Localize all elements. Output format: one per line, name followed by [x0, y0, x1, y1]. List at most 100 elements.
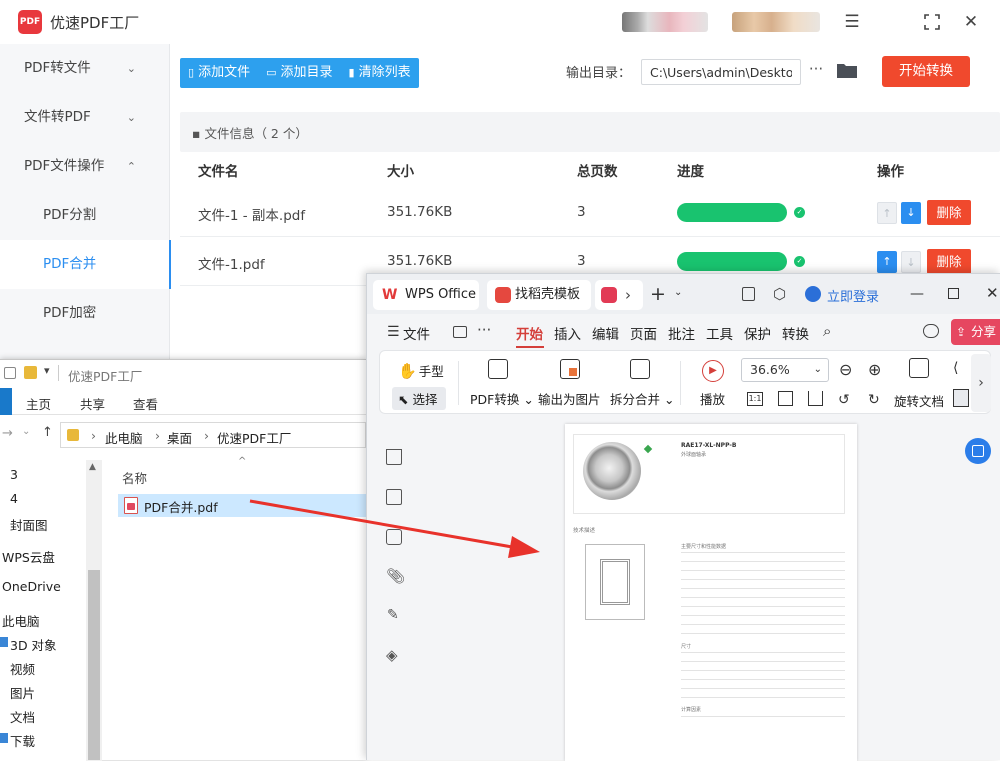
- thumbnail-icon[interactable]: [386, 489, 402, 505]
- sidebar-item-pdf-operations[interactable]: PDF文件操作 ⌃: [0, 142, 170, 191]
- login-link[interactable]: 立即登录: [827, 286, 879, 305]
- move-down-button[interactable]: ↓: [901, 251, 921, 273]
- file-tab[interactable]: [0, 388, 12, 415]
- column-header-name[interactable]: 名称: [122, 468, 147, 487]
- zoom-in-icon[interactable]: ⊕: [868, 360, 881, 379]
- tab-wps-office[interactable]: W WPS Office: [373, 280, 479, 310]
- more-options-button[interactable]: ···: [806, 60, 826, 78]
- delete-button[interactable]: 删除: [927, 249, 971, 274]
- breadcrumb-this-pc[interactable]: 此电脑: [105, 428, 143, 447]
- comment-icon[interactable]: [386, 529, 402, 545]
- nav-item-downloads[interactable]: 下载: [0, 731, 35, 750]
- up-arrow-icon[interactable]: ↑: [42, 425, 53, 440]
- menu-edit[interactable]: 编辑: [592, 323, 619, 343]
- delete-button[interactable]: 删除: [927, 200, 971, 225]
- sidebar-item-pdf-to-file[interactable]: PDF转文件 ⌄: [0, 44, 170, 93]
- clear-list-button[interactable]: ▮ 清除列表: [341, 58, 419, 88]
- floating-tool-button[interactable]: [965, 438, 991, 464]
- tab-current-pdf[interactable]: ›: [595, 280, 643, 310]
- nav-item-wps-cloud[interactable]: WPS云盘: [2, 547, 55, 566]
- chevron-down-icon[interactable]: ⌄: [22, 426, 30, 437]
- scrollbar-thumb[interactable]: [88, 570, 100, 760]
- hamburger-icon[interactable]: ☰: [387, 324, 400, 340]
- ribbon-tab-share[interactable]: 共享: [80, 394, 105, 413]
- new-tab-plus-icon[interactable]: +: [650, 283, 666, 305]
- scroll-up-icon[interactable]: ▲: [89, 462, 96, 472]
- sidebar-item-file-to-pdf[interactable]: 文件转PDF ⌄: [0, 93, 170, 142]
- ribbon-scroll-right[interactable]: ›: [971, 354, 991, 412]
- share-button[interactable]: ⇪ 分享: [951, 319, 1000, 345]
- chevron-right-icon[interactable]: ›: [625, 280, 631, 310]
- pdf-convert-button[interactable]: PDF转换 ⌄: [470, 389, 534, 408]
- navigation-scrollbar[interactable]: ▲: [86, 460, 102, 761]
- sidebar-item-pdf-merge[interactable]: PDF合并: [0, 240, 171, 289]
- pen-icon[interactable]: ✎: [387, 607, 399, 623]
- checkbox-icon[interactable]: [4, 367, 16, 379]
- more-icon[interactable]: ···: [477, 321, 491, 339]
- actual-size-icon[interactable]: 1:1: [747, 392, 763, 406]
- table-row[interactable]: 文件-1 - 副本.pdf 351.76KB 3 ✓ ↑ ↓ 删除: [180, 188, 1000, 237]
- menu-icon[interactable]: ☰: [840, 10, 864, 34]
- nav-item-documents[interactable]: 文档: [10, 707, 35, 726]
- ribbon-tab-view[interactable]: 查看: [133, 394, 158, 413]
- pdf-page-preview[interactable]: RAE17-XL-NPP-B 外球面轴承 技术描述 主要尺寸和性能数据 尺寸 计…: [565, 424, 857, 761]
- export-image-button[interactable]: 输出为图片: [538, 389, 601, 408]
- chevron-left-icon[interactable]: ⟨: [953, 360, 958, 376]
- chevron-down-icon[interactable]: ▾: [44, 364, 50, 377]
- tab-docer-templates[interactable]: 找稻壳模板: [487, 280, 591, 310]
- window-mode-icon[interactable]: [742, 287, 755, 301]
- nav-item[interactable]: 封面图: [10, 515, 48, 534]
- menu-page[interactable]: 页面: [630, 323, 657, 343]
- hand-tool-button[interactable]: ✋ 手型: [398, 361, 444, 380]
- search-icon[interactable]: ⌕: [823, 322, 831, 340]
- ribbon-tab-home[interactable]: 主页: [26, 394, 51, 413]
- sidebar-item-pdf-split[interactable]: PDF分割: [0, 191, 170, 240]
- maximize-icon[interactable]: [948, 288, 959, 299]
- chevron-down-icon[interactable]: ⌄: [674, 287, 682, 298]
- close-icon[interactable]: ✕: [986, 284, 999, 302]
- start-convert-button[interactable]: 开始转换: [882, 56, 970, 87]
- minimize-icon[interactable]: —: [910, 286, 924, 302]
- user-avatar-icon[interactable]: [805, 286, 821, 302]
- add-directory-button[interactable]: ▭ 添加目录: [258, 58, 340, 88]
- chat-icon[interactable]: [923, 324, 939, 338]
- move-down-button[interactable]: ↓: [901, 202, 921, 224]
- sidebar-item-pdf-encrypt[interactable]: PDF加密: [0, 289, 170, 338]
- output-dir-input[interactable]: [641, 59, 801, 85]
- address-box[interactable]: › 此电脑 › 桌面 › 优速PDF工厂: [60, 422, 366, 448]
- nav-item[interactable]: 4: [10, 491, 18, 506]
- nav-item-videos[interactable]: 视频: [10, 659, 35, 678]
- move-up-button[interactable]: ↑: [877, 251, 897, 273]
- close-icon[interactable]: ✕: [959, 10, 983, 34]
- menu-home[interactable]: 开始: [516, 323, 543, 343]
- fit-page-icon[interactable]: [778, 391, 793, 406]
- folder-icon[interactable]: [836, 62, 858, 79]
- fit-width-icon[interactable]: [808, 391, 823, 406]
- maximize-icon[interactable]: [920, 10, 944, 34]
- file-item-pdf-merge[interactable]: PDF合并.pdf: [118, 494, 366, 517]
- menu-comment[interactable]: 批注: [668, 323, 695, 343]
- nav-item-pictures[interactable]: 图片: [10, 683, 35, 702]
- back-arrow-icon[interactable]: →: [2, 426, 13, 441]
- select-tool-button[interactable]: ⬉ 选择: [392, 387, 446, 410]
- nav-item[interactable]: 3: [10, 467, 18, 482]
- bookmark-icon[interactable]: [386, 449, 402, 465]
- rotate-left-icon[interactable]: ↺: [838, 392, 850, 408]
- nav-item-3d-objects[interactable]: 3D 对象: [0, 635, 57, 654]
- move-up-button[interactable]: ↑: [877, 202, 897, 224]
- open-folder-icon[interactable]: [453, 326, 467, 338]
- breadcrumb-folder[interactable]: 优速PDF工厂: [217, 428, 291, 447]
- nav-item-onedrive[interactable]: OneDrive: [2, 579, 61, 594]
- nav-item-this-pc[interactable]: 此电脑: [2, 611, 40, 630]
- rotate-document-button[interactable]: 旋转文档: [894, 391, 944, 410]
- layers-icon[interactable]: ◈: [386, 646, 398, 664]
- play-button[interactable]: 播放: [700, 389, 725, 408]
- breadcrumb-desktop[interactable]: 桌面: [167, 428, 192, 447]
- menu-tools[interactable]: 工具: [706, 323, 733, 343]
- menu-convert[interactable]: 转换: [782, 323, 809, 343]
- zoom-select[interactable]: 36.6% ⌄: [741, 358, 829, 382]
- add-file-button[interactable]: ▯ 添加文件: [180, 58, 258, 88]
- zoom-out-icon[interactable]: ⊖: [839, 360, 852, 379]
- menu-insert[interactable]: 插入: [554, 323, 581, 343]
- menu-protect[interactable]: 保护: [744, 323, 771, 343]
